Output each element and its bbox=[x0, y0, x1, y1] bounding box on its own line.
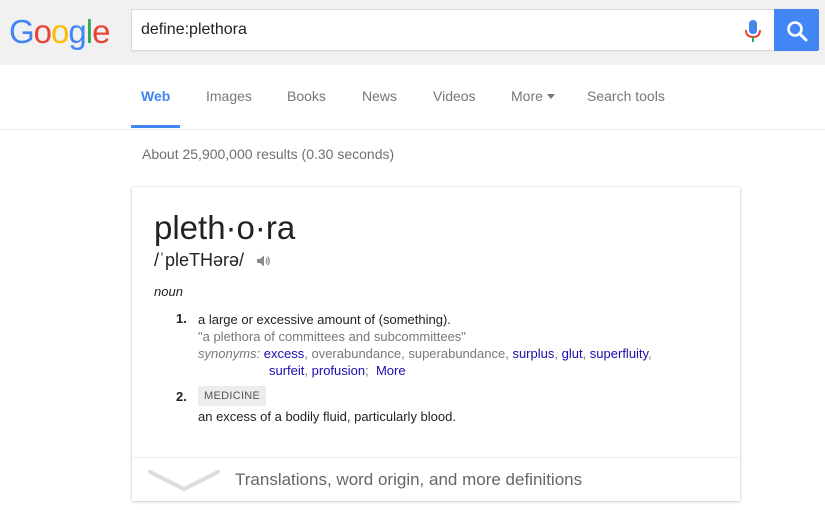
more-definitions-button[interactable]: Translations, word origin, and more defi… bbox=[132, 458, 740, 501]
active-tab-indicator bbox=[131, 125, 180, 128]
sense-definition: a large or excessive amount of (somethin… bbox=[198, 312, 451, 327]
tab-books[interactable]: Books bbox=[287, 87, 326, 105]
result-stats: About 25,900,000 results (0.30 seconds) bbox=[142, 146, 395, 162]
pronunciation-text: /ˈpleTHərə/ bbox=[154, 250, 245, 270]
logo-letter: o bbox=[51, 13, 69, 50]
tab-search-tools[interactable]: Search tools bbox=[587, 87, 665, 105]
synonym-link[interactable]: surfeit bbox=[269, 363, 304, 378]
search-icon bbox=[787, 21, 808, 42]
search-box bbox=[131, 9, 774, 51]
synonym: superabundance bbox=[408, 346, 506, 361]
synonym-link[interactable]: surplus bbox=[512, 346, 554, 361]
sense-number: 2. bbox=[176, 389, 187, 404]
synonym-link[interactable]: excess bbox=[264, 346, 304, 361]
top-bar: Google bbox=[0, 0, 825, 65]
tab-more[interactable]: More bbox=[511, 87, 555, 105]
synonym-link[interactable]: profusion bbox=[312, 363, 365, 378]
tab-web[interactable]: Web bbox=[141, 87, 170, 105]
tab-images[interactable]: Images bbox=[206, 87, 252, 105]
more-definitions-label: Translations, word origin, and more defi… bbox=[235, 470, 583, 489]
synonym: overabundance bbox=[311, 346, 402, 361]
tab-more-label: More bbox=[511, 88, 543, 104]
sense-definition: an excess of a bodily fluid, particularl… bbox=[198, 409, 456, 424]
more-synonyms-link[interactable]: More bbox=[376, 363, 406, 378]
headword: pleth·o·ra bbox=[154, 209, 296, 246]
domain-badge: MEDICINE bbox=[198, 386, 267, 406]
nav-bar: Web Images Books News Videos More Search… bbox=[0, 65, 825, 130]
synonyms-line: synonyms: excess, overabundance, superab… bbox=[198, 346, 652, 361]
tab-videos[interactable]: Videos bbox=[433, 87, 476, 105]
logo-letter: G bbox=[9, 13, 35, 50]
speaker-icon[interactable] bbox=[255, 252, 271, 274]
synonyms-line-2: surfeit, profusion; More bbox=[269, 363, 406, 378]
sense-number: 1. bbox=[176, 311, 187, 326]
google-logo[interactable]: Google bbox=[9, 12, 110, 52]
dictionary-card: pleth·o·ra /ˈpleTHərə/ noun 1. a large o… bbox=[132, 187, 740, 501]
logo-letter: g bbox=[68, 13, 86, 50]
sense-example: "a plethora of committees and subcommitt… bbox=[198, 329, 466, 344]
tab-news[interactable]: News bbox=[362, 87, 397, 105]
synonym-link[interactable]: superfluity bbox=[590, 346, 648, 361]
synonym-link[interactable]: glut bbox=[562, 346, 583, 361]
logo-letter: e bbox=[92, 13, 110, 50]
logo-letter: o bbox=[33, 13, 52, 50]
microphone-icon[interactable] bbox=[743, 19, 763, 43]
chevron-down-icon bbox=[148, 469, 220, 491]
pronunciation: /ˈpleTHərə/ bbox=[154, 249, 271, 274]
synonyms-label: synonyms: bbox=[198, 346, 261, 361]
search-input[interactable] bbox=[141, 18, 731, 42]
part-of-speech: noun bbox=[154, 284, 183, 299]
search-button[interactable] bbox=[774, 9, 819, 51]
caret-down-icon bbox=[546, 94, 555, 99]
